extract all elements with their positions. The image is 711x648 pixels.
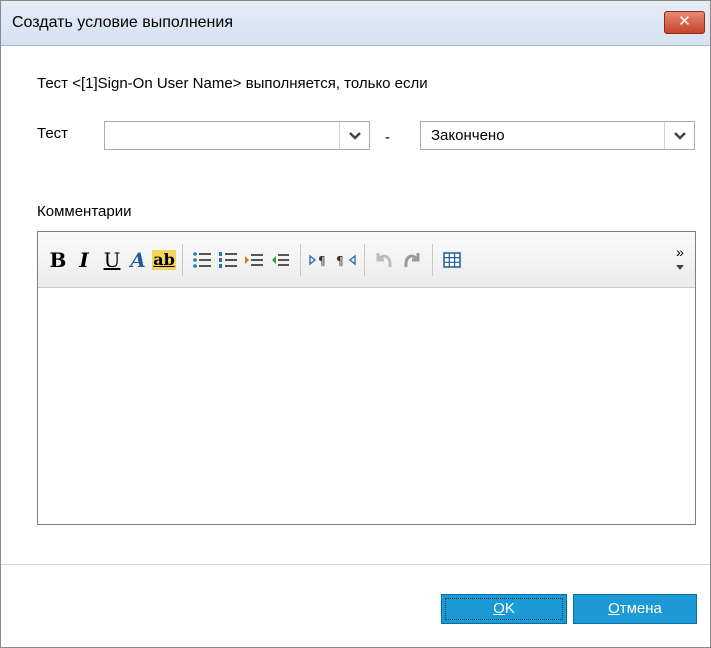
chevron-down-icon[interactable]: [339, 122, 369, 149]
editor-toolbar: B I U A ab ¶ ¶ »: [38, 232, 695, 288]
bold-button[interactable]: B: [46, 248, 70, 272]
ltr-paragraph-icon: ¶: [309, 254, 326, 267]
bold-icon: B: [49, 248, 67, 272]
comments-editor[interactable]: B I U A ab ¶ ¶ »: [37, 231, 696, 525]
cancel-mnemonic: О: [608, 600, 620, 617]
editor-text-area[interactable]: [38, 288, 695, 524]
outdent-icon: [245, 254, 263, 266]
svg-text:¶: ¶: [336, 254, 344, 267]
highlight-icon: ab: [152, 250, 176, 270]
indent-button[interactable]: [268, 248, 292, 272]
more-icon: »: [676, 244, 684, 260]
cancel-button[interactable]: Отмена: [573, 594, 697, 624]
italic-button[interactable]: I: [72, 248, 96, 272]
redo-button[interactable]: [400, 248, 424, 272]
bullet-list-button[interactable]: [190, 248, 214, 272]
comments-label: Комментарии: [37, 203, 132, 220]
undo-button[interactable]: [372, 248, 396, 272]
toolbar-separator: [300, 244, 301, 276]
rtl-direction-button[interactable]: ¶: [334, 248, 358, 272]
redo-icon: [404, 253, 420, 268]
font-color-icon: A: [130, 248, 146, 272]
chevron-down-icon[interactable]: [664, 122, 694, 149]
footer-divider: [1, 564, 710, 565]
cancel-label: тмена: [619, 600, 662, 617]
toolbar-separator: [182, 244, 183, 276]
title-bar[interactable]: Создать условие выполнения ✕: [1, 1, 710, 46]
separator-dash: -: [385, 129, 390, 146]
dialog-window: Создать условие выполнения ✕ Тест <[1]Si…: [0, 0, 711, 648]
bullet-list-icon: [193, 252, 211, 268]
underline-icon: U: [103, 248, 121, 272]
toolbar-separator: [364, 244, 365, 276]
status-combobox-value: Закончено: [431, 127, 505, 144]
svg-text:¶: ¶: [318, 254, 326, 267]
ok-button[interactable]: ОK: [441, 594, 567, 624]
outdent-button[interactable]: [242, 248, 266, 272]
chevron-down-icon: [676, 265, 684, 270]
undo-icon: [376, 253, 392, 268]
numbered-list-button[interactable]: [216, 248, 240, 272]
table-icon: [443, 252, 461, 268]
dialog-title: Создать условие выполнения: [12, 14, 233, 31]
font-color-button[interactable]: A: [126, 248, 150, 272]
underline-button[interactable]: U: [100, 248, 124, 272]
rtl-paragraph-icon: ¶: [336, 254, 356, 267]
indent-icon: [272, 254, 289, 266]
toolbar-separator: [432, 244, 433, 276]
status-combobox[interactable]: Закончено: [420, 121, 695, 150]
close-icon: ✕: [678, 13, 691, 30]
numbered-list-icon: [219, 252, 237, 268]
insert-table-button[interactable]: [440, 248, 464, 272]
focus-rectangle: [445, 598, 563, 620]
test-combobox[interactable]: [104, 121, 370, 150]
toolbar-overflow-button[interactable]: »: [670, 238, 690, 278]
italic-icon: I: [79, 248, 89, 272]
test-label: Тест: [37, 125, 69, 142]
condition-description: Тест <[1]Sign-On User Name> выполняется,…: [37, 75, 428, 92]
ltr-direction-button[interactable]: ¶: [308, 248, 332, 272]
highlight-button[interactable]: ab: [152, 248, 176, 272]
close-button[interactable]: ✕: [664, 11, 705, 34]
